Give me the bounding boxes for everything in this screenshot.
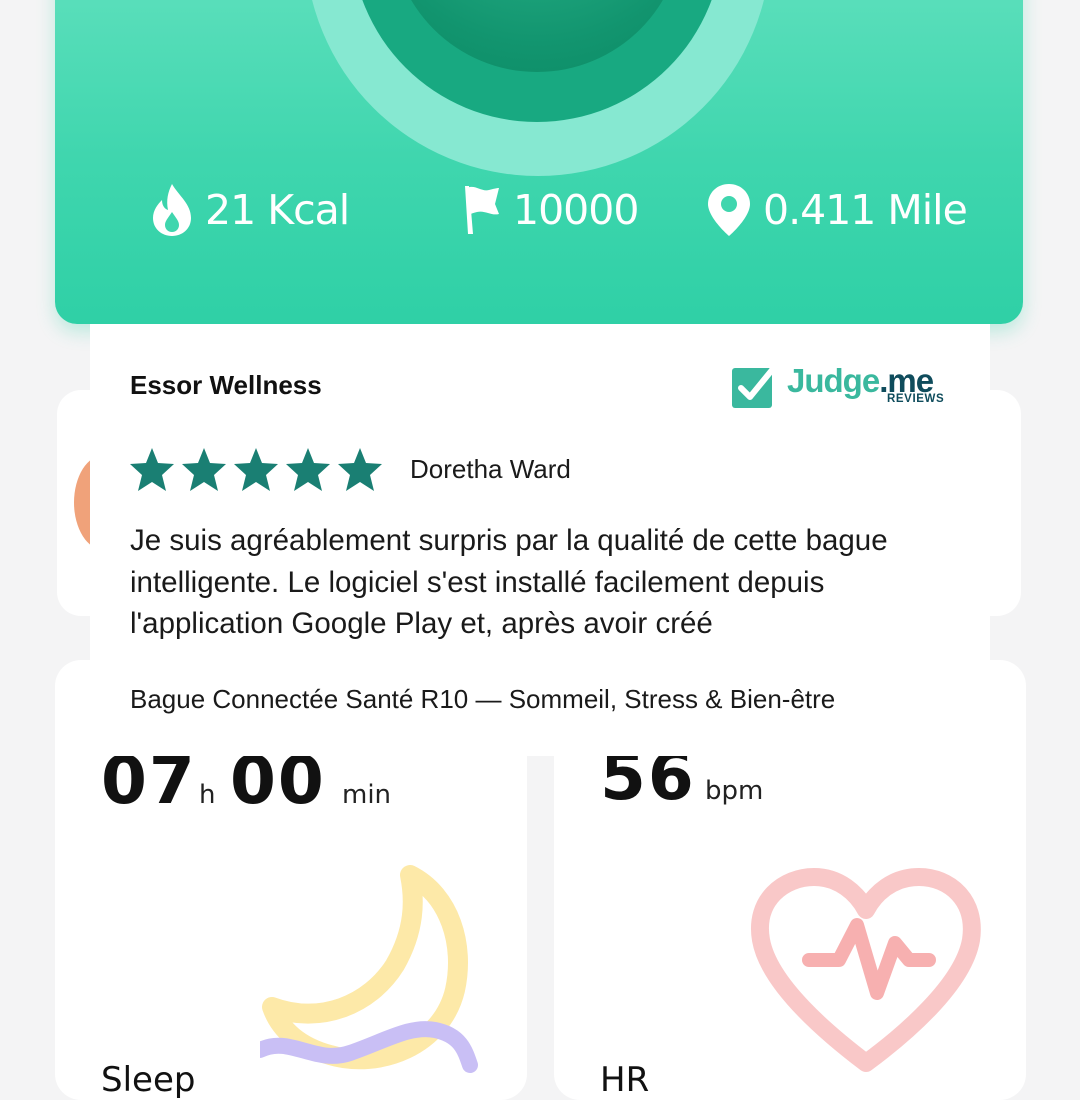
review-card[interactable]: Essor Wellness Judge.me REVIEWS Doretha … — [90, 324, 990, 756]
star-rating — [128, 446, 384, 494]
star-icon — [234, 448, 278, 491]
judgeme-wordmark-a: Judge — [787, 362, 880, 399]
star-icon — [338, 448, 382, 491]
activity-stats: 21 Kcal 10000 0.411 Mile — [55, 180, 1023, 240]
sleep-label: Sleep — [101, 1060, 196, 1100]
moon-icon — [260, 865, 478, 1073]
judgeme-reviews-label: REVIEWS — [887, 393, 945, 405]
stat-distance-value: 0.411 Mile — [763, 186, 968, 234]
stat-steps: 10000 — [457, 180, 639, 240]
star-icon — [286, 448, 330, 491]
judgeme-check-icon — [732, 367, 775, 408]
reviewer-name: Doretha Ward — [410, 454, 571, 484]
heart-icon — [751, 868, 981, 1072]
sleep-minutes-unit: min — [342, 780, 392, 810]
hr-label: HR — [600, 1060, 650, 1100]
stat-calories: 21 Kcal — [149, 180, 350, 240]
stat-calories-value: 21 Kcal — [205, 186, 350, 234]
stat-distance: 0.411 Mile — [705, 180, 968, 240]
stat-steps-value: 10000 — [513, 186, 639, 234]
judgeme-badge[interactable]: Judge.me REVIEWS — [730, 362, 952, 410]
product-name[interactable]: Bague Connectée Santé R10 — Sommeil, Str… — [130, 684, 835, 715]
activity-card: 21 Kcal 10000 0.411 Mile — [55, 0, 1023, 324]
flame-icon — [153, 184, 191, 236]
flag-icon — [465, 186, 499, 234]
star-icon — [130, 448, 174, 491]
shop-name: Essor Wellness — [130, 370, 322, 400]
star-icon — [182, 448, 226, 491]
location-pin-icon — [708, 184, 750, 236]
sleep-hours-unit: h — [199, 780, 216, 810]
review-text: Je suis agréablement surpris par la qual… — [130, 524, 888, 640]
hr-unit: bpm — [705, 776, 764, 806]
